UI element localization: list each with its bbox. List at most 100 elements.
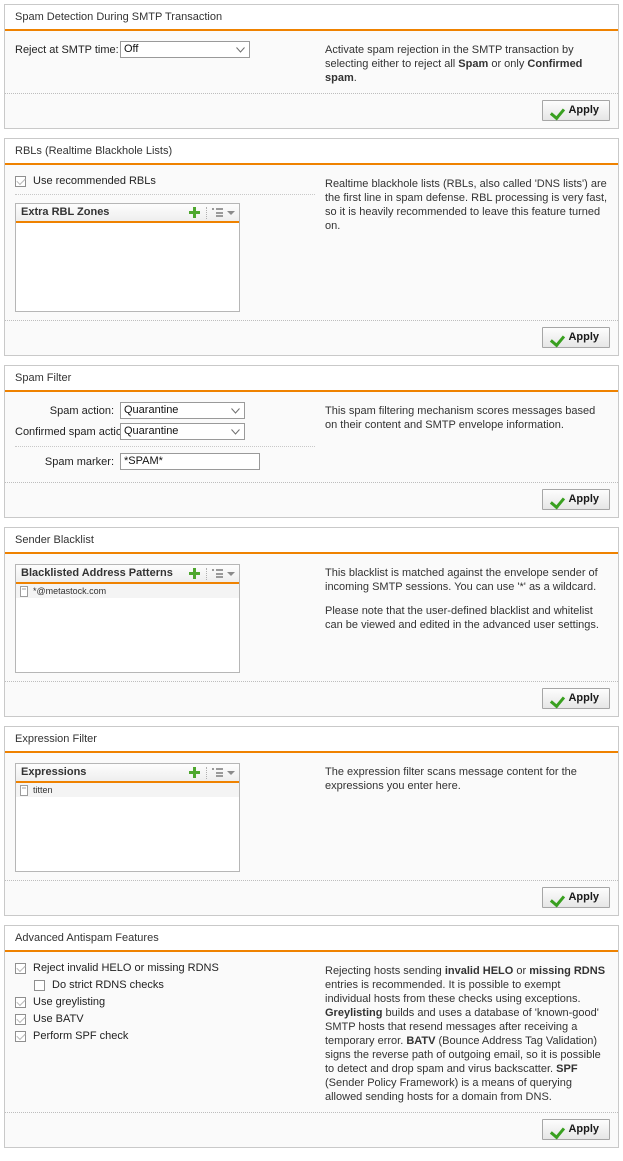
panel-description: This blacklist is matched against the en… [315,564,608,632]
checkbox-label: Reject invalid HELO or missing RDNS [33,962,219,974]
plus-icon [188,766,201,779]
list-item-label: *@metastock.com [33,586,107,596]
checkbox-row[interactable]: Do strict RDNS checks [15,979,315,991]
panel-spam-filter: Spam Filter Spam action: Quarantine Conf… [4,365,619,518]
apply-button-label: Apply [568,104,599,116]
description-paragraph: Activate spam rejection in the SMTP tran… [325,44,583,84]
panel-title: Spam Detection During SMTP Transaction [5,5,618,31]
checkbox-row[interactable]: Use greylisting [15,996,315,1008]
list-header: Expressions [16,764,239,783]
toolbar-divider [206,567,207,580]
panel-sender-blacklist: Sender Blacklist Blacklisted Address Pat… [4,527,619,717]
list-item[interactable]: titten [16,783,239,797]
panel-title: Expression Filter [5,727,618,753]
checkbox-4[interactable] [15,1030,26,1042]
list-header: Extra RBL Zones [16,204,239,223]
list-title: Extra RBL Zones [21,206,110,218]
list-title: Expressions [21,766,87,778]
use-recommended-rbls-checkbox[interactable] [15,175,26,187]
apply-button-label: Apply [568,331,599,343]
list-title: Blacklisted Address Patterns [21,567,173,579]
panel-spam-detection-smtp: Spam Detection During SMTP Transaction R… [4,4,619,129]
spam-action-row: Spam action: Quarantine [15,402,315,419]
checkbox-0[interactable] [15,962,26,974]
use-recommended-rbls-label: Use recommended RBLs [33,175,156,187]
spam-marker-row: Spam marker: *SPAM* [15,453,315,470]
list-body[interactable]: *@metastock.com [16,584,239,672]
panel-controls: Blacklisted Address Patterns *@metastock… [15,564,315,673]
add-expression-button[interactable] [188,764,201,781]
checkmark-icon [551,1124,563,1136]
toolbar-divider [206,766,207,779]
chevron-down-icon [231,408,240,414]
list-menu-button[interactable] [212,204,235,221]
panel-expression-filter: Expression Filter Expressions titten The… [4,726,619,916]
checkbox-row[interactable]: Use BATV [15,1013,315,1025]
apply-button[interactable]: Apply [542,1119,610,1140]
use-recommended-rbls-row[interactable]: Use recommended RBLs [15,175,315,187]
description-paragraph: The expression filter scans message cont… [325,766,577,792]
panel-rbls: RBLs (Realtime Blackhole Lists) Use reco… [4,138,619,356]
reject-at-smtp-time-label: Reject at SMTP time: [15,43,119,56]
spam-action-label: Spam action: [49,404,114,417]
panel-description: Activate spam rejection in the SMTP tran… [315,41,608,85]
divider [15,194,315,195]
apply-button[interactable]: Apply [542,489,610,510]
list-body[interactable]: titten [16,783,239,871]
chevron-down-icon [236,47,245,53]
spam-marker-label: Spam marker: [44,455,114,468]
apply-button[interactable]: Apply [542,327,610,348]
apply-button[interactable]: Apply [542,100,610,121]
panel-title: Sender Blacklist [5,528,618,554]
spam-marker-input[interactable]: *SPAM* [120,453,260,470]
panel-controls: Use recommended RBLs Extra RBL Zones [15,175,315,312]
checkbox-label: Use greylisting [33,996,106,1008]
blacklisted-address-patterns-list: Blacklisted Address Patterns *@metastock… [15,564,240,673]
list-menu-button[interactable] [212,764,235,781]
panel-title: RBLs (Realtime Blackhole Lists) [5,139,618,165]
checkmark-icon [551,892,563,904]
list-menu-icon [212,768,223,777]
panel-description: This spam filtering mechanism scores mes… [315,402,608,432]
checkbox-1[interactable] [34,979,45,991]
extra-rbl-zones-list: Extra RBL Zones [15,203,240,312]
description-paragraph: Please note that the user-defined blackl… [325,605,599,631]
checkbox-label: Use BATV [33,1013,84,1025]
list-menu-button[interactable] [212,565,235,582]
plus-icon [188,206,201,219]
chevron-down-icon [227,571,235,576]
apply-button-label: Apply [568,692,599,704]
document-icon [20,585,28,597]
checkbox-row[interactable]: Perform SPF check [15,1030,315,1042]
expressions-list: Expressions titten [15,763,240,872]
list-header: Blacklisted Address Patterns [16,565,239,584]
checkbox-row[interactable]: Reject invalid HELO or missing RDNS [15,962,315,974]
confirmed-spam-action-select[interactable]: Quarantine [120,423,245,440]
panel-controls: Expressions titten [15,763,315,872]
list-item[interactable]: *@metastock.com [16,584,239,598]
reject-at-smtp-time-select[interactable]: Off [120,41,250,58]
apply-button[interactable]: Apply [542,688,610,709]
add-rbl-zone-button[interactable] [188,204,201,221]
panel-description: Rejecting hosts sending invalid HELO or … [315,962,608,1104]
list-menu-icon [212,208,223,217]
apply-button[interactable]: Apply [542,887,610,908]
select-value: Quarantine [124,425,179,437]
panel-title: Spam Filter [5,366,618,392]
toolbar-divider [206,206,207,219]
checkbox-2[interactable] [15,996,26,1008]
panel-description: Realtime blackhole lists (RBLs, also cal… [315,175,608,233]
panel-advanced-antispam: Advanced Antispam Features Reject invali… [4,925,619,1148]
document-icon [20,784,28,796]
reject-at-smtp-time-row: Reject at SMTP time: Off [15,41,315,58]
list-body[interactable] [16,223,239,311]
description-paragraph: This blacklist is matched against the en… [325,567,598,593]
checkbox-3[interactable] [15,1013,26,1025]
antispam-settings-page: Spam Detection During SMTP Transaction R… [0,0,623,1161]
select-value: Quarantine [124,404,179,416]
confirmed-spam-action-row: Confirmed spam action: Quarantine [15,423,315,447]
checkmark-icon [551,105,563,117]
add-blacklist-pattern-button[interactable] [188,565,201,582]
panel-controls: Reject invalid HELO or missing RDNS Do st… [15,962,315,1047]
spam-action-select[interactable]: Quarantine [120,402,245,419]
